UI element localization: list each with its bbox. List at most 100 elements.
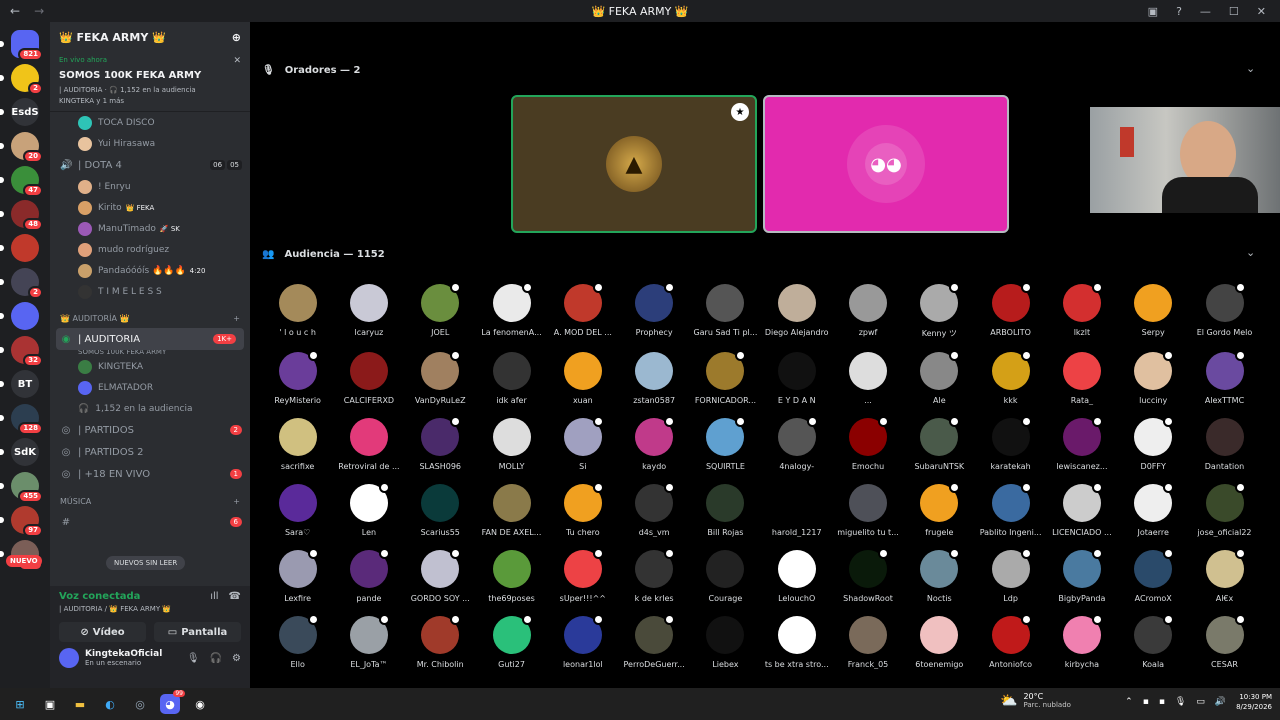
audience-member[interactable]: Diego Alejandro <box>761 284 832 339</box>
audience-member[interactable]: Tu chero <box>547 482 618 537</box>
audience-member[interactable]: karatekah <box>975 416 1046 471</box>
voice-connection[interactable]: Voz conectada ıll ☎ | AUDITORIA / 👑 FEKA… <box>50 586 250 618</box>
voice-member[interactable]: ManuTimado 🚀 SK <box>50 218 250 239</box>
server-icon[interactable]: 32 <box>0 336 43 367</box>
noise-suppression-icon[interactable]: ıll <box>210 591 218 602</box>
speaker-tile[interactable]: ▲ ★ <box>511 95 757 233</box>
server-icon[interactable] <box>0 302 39 330</box>
audience-member[interactable]: k de krles <box>618 548 689 603</box>
audience-member[interactable]: sUper!!!^^ <box>547 548 618 603</box>
audience-member[interactable]: A. MOD DEL ... <box>547 282 618 339</box>
tray-app-icon[interactable]: ▪ <box>1143 697 1149 707</box>
gear-icon[interactable]: ⚙ <box>232 653 241 664</box>
audience-member[interactable]: miguelito tu t... <box>832 484 903 537</box>
audience-member[interactable]: Al€x <box>1189 548 1260 603</box>
server-icon[interactable]: 48 <box>0 200 43 231</box>
chevron-up-icon[interactable]: ⌃ <box>1125 697 1133 707</box>
audience-member[interactable]: ARBOLITO <box>975 282 1046 339</box>
audience-member[interactable]: Rata_ <box>1046 352 1117 405</box>
audience-member[interactable]: Noctis <box>904 548 975 603</box>
audience-member[interactable]: Bill Rojas <box>690 484 761 537</box>
audience-member[interactable]: sacrifixe <box>262 418 333 471</box>
audience-member[interactable]: Guti27 <box>476 614 547 669</box>
clock[interactable]: 10:30 PM 8/29/2026 <box>1236 692 1272 712</box>
chevron-down-icon[interactable]: ⌄ <box>1246 246 1255 259</box>
audience-member[interactable]: Scarius55 <box>405 484 476 537</box>
audience-member[interactable]: FAN DE AXEL... <box>476 484 547 537</box>
audience-member[interactable]: kkk <box>975 350 1046 405</box>
audience-member[interactable]: LICENCIADO ... <box>1046 482 1117 537</box>
add-member-icon[interactable]: ⊕ <box>232 31 241 44</box>
audience-member[interactable]: Ello <box>262 614 333 669</box>
audience-member[interactable]: Ldp <box>975 548 1046 603</box>
voice-member[interactable]: Pandaóóóís 🔥🔥🔥 4:20 <box>50 260 250 281</box>
stage-channel[interactable]: ◎ | PARTIDOS 2 <box>50 419 250 441</box>
voice-member[interactable]: Yui Hirasawa <box>50 133 250 154</box>
speaker-tile[interactable]: ◕◕ <box>763 95 1009 233</box>
audience-member[interactable]: leonar1lol <box>547 614 618 669</box>
file-explorer-icon[interactable]: ▬ <box>70 694 90 714</box>
minimize-button[interactable]: — <box>1200 5 1211 18</box>
audience-member[interactable]: Emochu <box>832 416 903 471</box>
audience-member[interactable]: D0FFY <box>1118 416 1189 471</box>
audience-member[interactable]: SLASH096 <box>405 416 476 471</box>
audience-member[interactable]: lucciny <box>1118 350 1189 405</box>
chevron-down-icon[interactable]: ⌄ <box>1246 62 1255 75</box>
stage-channel-auditoria[interactable]: ◉ | AUDITORIA 1K+ <box>56 328 244 350</box>
audience-member[interactable]: zstan0587 <box>618 352 689 405</box>
close-button[interactable]: ✕ <box>1257 5 1266 18</box>
headphones-icon[interactable]: 🎧 <box>210 653 222 664</box>
audience-member[interactable]: Lexfire <box>262 548 333 603</box>
audience-member[interactable]: CESAR <box>1189 614 1260 669</box>
audience-member[interactable]: Pablito Ingeni... <box>975 482 1046 537</box>
audience-member[interactable]: lewiscanez... <box>1046 416 1117 471</box>
audience-member[interactable]: jose_oficial22 <box>1189 482 1260 537</box>
audience-member[interactable]: La fenomenA... <box>476 282 547 339</box>
audience-member[interactable]: idk afer <box>476 352 547 405</box>
server-icon[interactable]: 97 <box>0 506 43 537</box>
audience-member[interactable]: 6toenemigo <box>904 616 975 669</box>
video-button[interactable]: ⊘ Vídeo <box>59 622 146 642</box>
server-icon[interactable]: BT <box>0 370 39 398</box>
audience-member[interactable]: SQUIRTLE <box>690 416 761 471</box>
live-now-panel[interactable]: En vivo ahora ✕ SOMOS 100K FEKA ARMY | A… <box>50 52 250 112</box>
audience-member[interactable]: ts be xtra stro... <box>761 616 832 669</box>
audience-member[interactable]: Len <box>333 482 404 537</box>
back-arrow-icon[interactable]: ← <box>10 4 20 18</box>
audience-member[interactable]: CALCIFERXD <box>333 352 404 405</box>
voice-channel-dota[interactable]: 🔊 | DOTA 4 06 05 <box>50 154 250 176</box>
edge-icon[interactable]: ◐ <box>100 694 120 714</box>
audience-count[interactable]: 🎧 1,152 en la audiencia <box>50 398 250 419</box>
audience-member[interactable]: ReyMisterio <box>262 350 333 405</box>
audience-member[interactable]: GORDO SOY ... <box>405 548 476 603</box>
microphone-icon[interactable]: 🎙 <box>1175 697 1186 707</box>
category-auditoria[interactable]: 👑 AUDITORÍA 👑 + <box>50 308 250 328</box>
inbox-icon[interactable]: ▣ <box>1148 5 1158 18</box>
voice-member[interactable]: TOCA DISCO <box>50 112 250 133</box>
server-icon[interactable]: 2 <box>0 268 43 299</box>
audience-member[interactable]: Courage <box>690 550 761 603</box>
audience-member[interactable]: the69poses <box>476 550 547 603</box>
audience-member[interactable]: lcaryuz <box>333 284 404 339</box>
audience-member[interactable]: Antoniofco <box>975 614 1046 669</box>
audience-member[interactable]: SubaruNTSK <box>904 416 975 471</box>
disconnect-icon[interactable]: ☎ <box>229 591 241 602</box>
network-icon[interactable]: ▭ <box>1196 697 1205 707</box>
audience-member[interactable]: Garu Sad Ti pl... <box>690 284 761 339</box>
server-icon[interactable]: EsdS <box>0 98 39 126</box>
close-icon[interactable]: ✕ <box>233 56 241 66</box>
add-channel-icon[interactable]: + <box>233 314 240 323</box>
audience-member[interactable]: Serpy <box>1118 284 1189 339</box>
audience-member[interactable]: Dantation <box>1189 418 1260 471</box>
maximize-button[interactable]: ☐ <box>1229 5 1239 18</box>
audience-member[interactable]: FORNICADOR... <box>690 350 761 405</box>
speakers-header[interactable]: 🎙 Oradores — 2 <box>262 60 361 80</box>
audience-member[interactable]: d4s_vm <box>618 482 689 537</box>
audience-member[interactable]: ShadowRoot <box>832 548 903 603</box>
windows-start-icon[interactable]: ⊞ <box>10 694 30 714</box>
server-header[interactable]: 👑 FEKA ARMY 👑 ⊕ <box>50 22 250 52</box>
weather-widget[interactable]: ⛅ 20°C Parc. nublado <box>1000 692 1071 709</box>
audience-member[interactable]: xuan <box>547 352 618 405</box>
audience-member[interactable]: ACromoX <box>1118 548 1189 603</box>
audience-member[interactable]: Si <box>547 416 618 471</box>
